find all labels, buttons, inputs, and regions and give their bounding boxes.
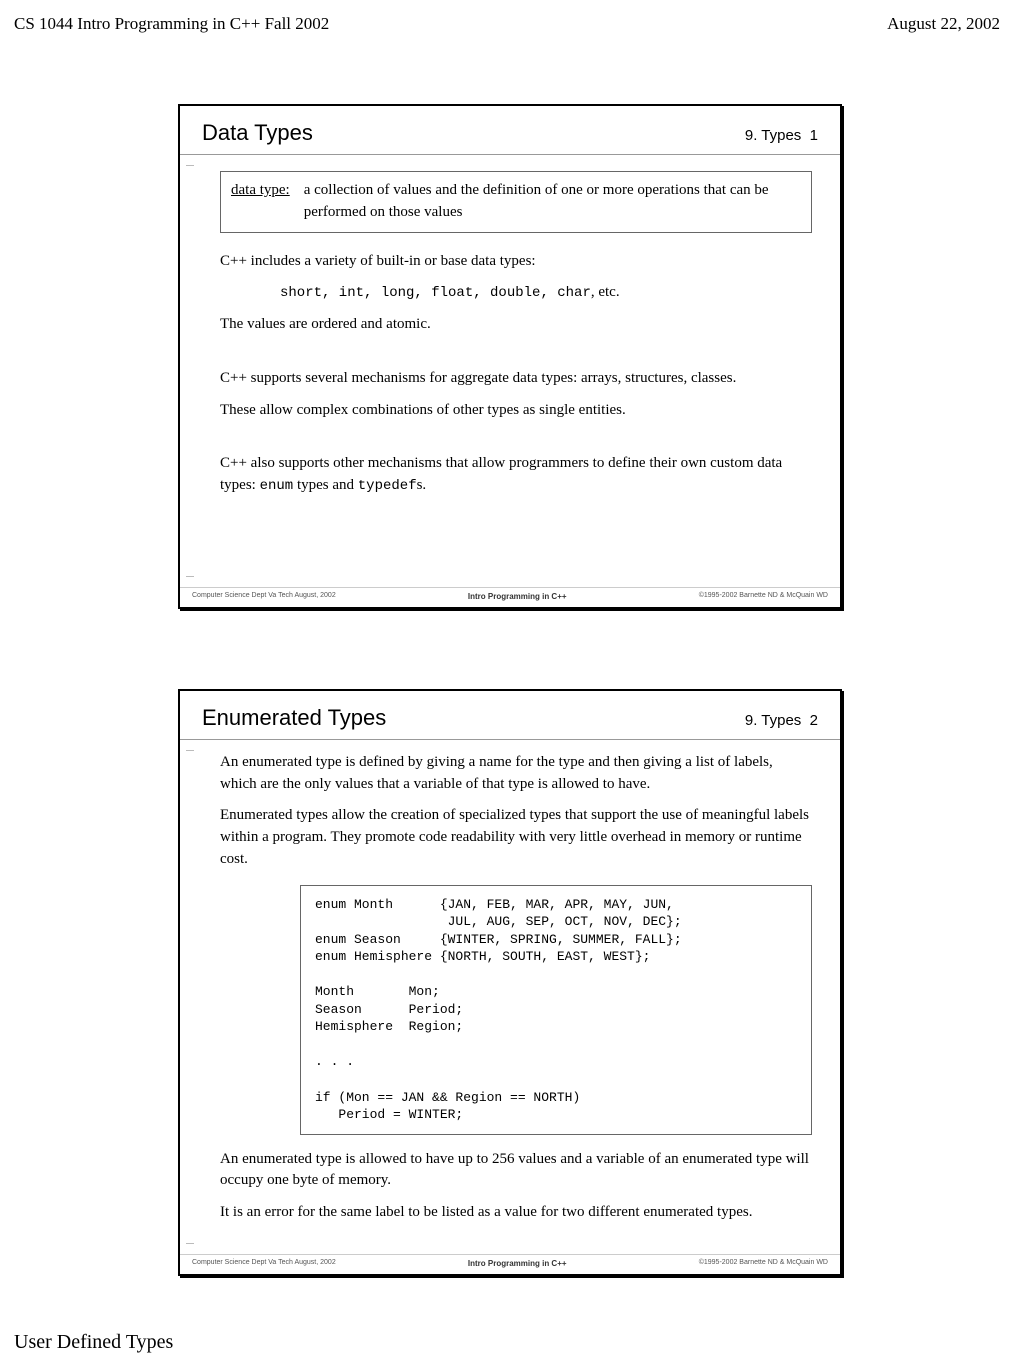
- header-right: August 22, 2002: [887, 14, 1000, 34]
- slide-section: 9. Types 2: [745, 712, 818, 729]
- slide-body: An enumerated type is defined by giving …: [180, 740, 840, 1254]
- definition-term: data type:: [231, 180, 290, 224]
- code-line: short, int, long, float, double, char, e…: [280, 282, 812, 304]
- paragraph: An enumerated type is allowed to have up…: [220, 1149, 812, 1193]
- paragraph: These allow complex combinations of othe…: [220, 400, 812, 422]
- slide-section: 9. Types 1: [745, 127, 818, 144]
- paragraph: C++ includes a variety of built-in or ba…: [220, 251, 812, 273]
- header-left: CS 1044 Intro Programming in C++ Fall 20…: [14, 14, 329, 34]
- page-header: CS 1044 Intro Programming in C++ Fall 20…: [0, 0, 1020, 44]
- slide-header: Enumerated Types 9. Types 2: [180, 691, 840, 740]
- slide-2: Enumerated Types 9. Types 2 An enumerate…: [178, 689, 842, 1276]
- slide-header: Data Types 9. Types 1: [180, 106, 840, 155]
- footer-mid: Intro Programming in C++: [468, 592, 567, 601]
- paragraph: An enumerated type is defined by giving …: [220, 752, 812, 796]
- code-block: enum Month {JAN, FEB, MAR, APR, MAY, JUN…: [300, 885, 812, 1135]
- slide-body: data type: a collection of values and th…: [180, 155, 840, 587]
- footer-right: ©1995-2002 Barnette ND & McQuain WD: [699, 592, 828, 601]
- page-footer: User Defined Types: [14, 1331, 173, 1354]
- paragraph: C++ also supports other mechanisms that …: [220, 453, 812, 497]
- paragraph: Enumerated types allow the creation of s…: [220, 805, 812, 870]
- paragraph: C++ supports several mechanisms for aggr…: [220, 368, 812, 390]
- footer-right: ©1995-2002 Barnette ND & McQuain WD: [699, 1259, 828, 1268]
- footer-left: Computer Science Dept Va Tech August, 20…: [192, 1259, 336, 1268]
- slide-title: Enumerated Types: [202, 705, 386, 731]
- paragraph: It is an error for the same label to be …: [220, 1202, 812, 1224]
- definition-text: a collection of values and the definitio…: [304, 180, 801, 224]
- slide-title: Data Types: [202, 120, 313, 146]
- footer-left: Computer Science Dept Va Tech August, 20…: [192, 592, 336, 601]
- paragraph: The values are ordered and atomic.: [220, 314, 812, 336]
- definition-box: data type: a collection of values and th…: [220, 171, 812, 233]
- slide-1: Data Types 9. Types 1 data type: a colle…: [178, 104, 842, 609]
- slide-footer: Computer Science Dept Va Tech August, 20…: [180, 1254, 840, 1274]
- slide-footer: Computer Science Dept Va Tech August, 20…: [180, 587, 840, 607]
- footer-mid: Intro Programming in C++: [468, 1259, 567, 1268]
